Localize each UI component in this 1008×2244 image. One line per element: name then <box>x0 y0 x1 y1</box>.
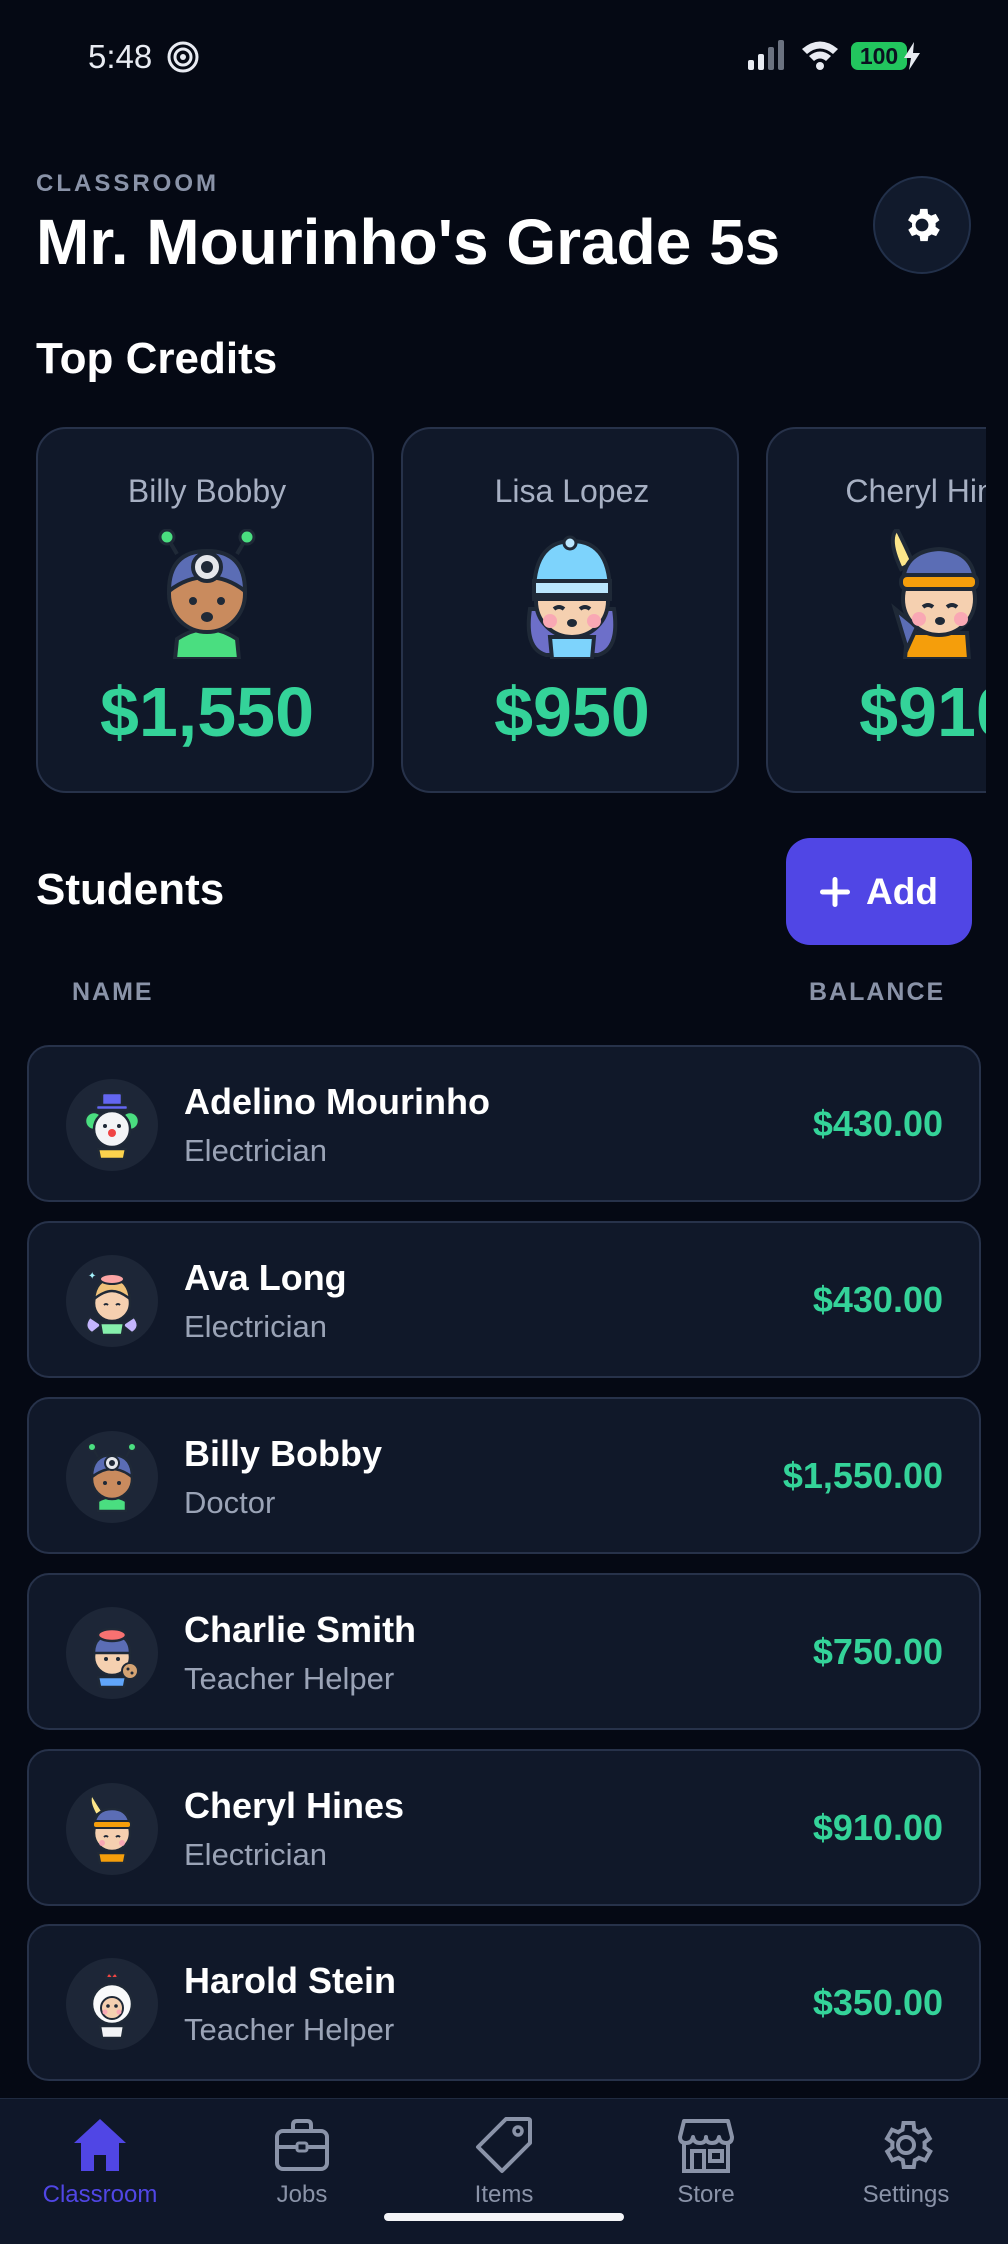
cookie-kid-avatar-icon <box>92 1627 139 1689</box>
settings-button[interactable] <box>873 176 971 274</box>
store-icon <box>678 2119 734 2173</box>
students-title: Students <box>36 865 225 914</box>
student-job: Electrician <box>184 1133 327 1168</box>
credit-card[interactable]: Cheryl Hines $910 <box>766 427 986 793</box>
fairy-avatar-icon: ✦ <box>85 1271 139 1337</box>
page-title: Mr. Mourinho's Grade 5s <box>36 206 781 278</box>
briefcase-icon <box>275 2119 329 2171</box>
gear-icon <box>884 2121 933 2169</box>
student-balance: $750.00 <box>812 1631 943 1672</box>
student-name: Adelino Mourinho <box>184 1081 490 1122</box>
nav-label: Settings <box>862 2181 950 2208</box>
bottom-nav: Classroom Jobs Items Store Settings <box>0 2098 1008 2244</box>
student-name: Billy Bobby <box>184 1433 383 1474</box>
avatar: ✦ <box>66 1255 158 1347</box>
student-balance: $1,550.00 <box>782 1455 943 1496</box>
add-button-label: Add <box>866 870 938 912</box>
nav-label: Jobs <box>276 2181 328 2208</box>
cell-signal-icon <box>748 40 784 70</box>
spiral-app-icon <box>167 41 199 73</box>
student-row[interactable]: ✦ Ava Long Electrician $430.00 <box>27 1221 981 1378</box>
student-job: Electrician <box>184 1837 327 1872</box>
student-job: Teacher Helper <box>184 1661 395 1696</box>
nav-store[interactable]: Store <box>606 2115 806 2225</box>
nav-classroom[interactable]: Classroom <box>0 2115 200 2225</box>
student-balance: $430.00 <box>812 1103 943 1144</box>
credit-amount: $950 <box>494 673 650 751</box>
viking-avatar-icon <box>890 529 979 659</box>
student-row[interactable]: Charlie Smith Teacher Helper $750.00 <box>27 1573 981 1730</box>
nav-jobs[interactable]: Jobs <box>202 2115 402 2225</box>
nav-settings[interactable]: Settings <box>806 2115 1006 2225</box>
plus-icon <box>820 876 851 907</box>
student-name: Cheryl Hines <box>184 1785 405 1826</box>
avatar <box>66 1079 158 1171</box>
status-time: 5:48 <box>88 38 153 75</box>
credit-amount: $910 <box>859 673 986 751</box>
viking-avatar-icon <box>89 1793 132 1865</box>
avatar <box>66 1431 158 1523</box>
alien-avatar-icon <box>87 1442 137 1513</box>
svg-text:✦: ✦ <box>88 1271 96 1282</box>
student-balance: $350.00 <box>812 1982 943 2023</box>
credit-card[interactable]: Billy Bobby $1,550 <box>36 427 374 793</box>
nav-label: Items <box>474 2181 534 2208</box>
column-header-balance: BALANCE <box>809 978 946 1006</box>
wifi-icon <box>802 41 838 70</box>
student-job: Teacher Helper <box>184 2012 395 2047</box>
credit-amount: $1,550 <box>99 673 315 751</box>
student-name: Harold Stein <box>184 1960 397 2001</box>
credit-card[interactable]: Lisa Lopez $950 <box>401 427 739 793</box>
knight-avatar-icon <box>526 535 618 659</box>
home-icon <box>74 2119 126 2171</box>
chicken-avatar-icon <box>90 1972 134 2040</box>
nav-items[interactable]: Items <box>404 2115 604 2225</box>
clown-avatar-icon <box>83 1091 141 1161</box>
tag-icon <box>476 2117 532 2173</box>
top-credits-carousel[interactable]: Billy Bobby $1,550 Lisa Lopez $950 Chery… <box>36 427 986 793</box>
student-balance: $910.00 <box>812 1807 943 1848</box>
battery-level: 100 <box>851 42 907 70</box>
credit-name: Cheryl Hines <box>845 473 986 509</box>
student-row[interactable]: Harold Stein Teacher Helper $350.00 <box>27 1924 981 2081</box>
home-indicator[interactable] <box>384 2213 624 2221</box>
add-student-button[interactable]: Add <box>786 838 972 945</box>
charging-bolt-icon <box>904 42 920 70</box>
student-row[interactable]: Adelino Mourinho Electrician $430.00 <box>27 1045 981 1202</box>
gear-icon <box>908 208 940 242</box>
nav-label: Classroom <box>42 2181 158 2208</box>
avatar <box>66 1783 158 1875</box>
top-credits-title: Top Credits <box>36 334 278 383</box>
student-job: Electrician <box>184 1309 327 1344</box>
student-name: Charlie Smith <box>184 1609 417 1650</box>
student-job: Doctor <box>184 1485 276 1520</box>
credit-name: Lisa Lopez <box>494 473 650 509</box>
student-row[interactable]: Cheryl Hines Electrician $910.00 <box>27 1749 981 1906</box>
alien-avatar-icon <box>158 529 256 659</box>
status-bar: 5:48 100 <box>0 0 1008 112</box>
nav-label: Store <box>677 2181 735 2208</box>
header-eyebrow: CLASSROOM <box>36 170 219 197</box>
student-balance: $430.00 <box>812 1279 943 1320</box>
student-name: Ava Long <box>184 1257 347 1298</box>
avatar <box>66 1607 158 1699</box>
avatar <box>66 1958 158 2050</box>
student-row[interactable]: Billy Bobby Doctor $1,550.00 <box>27 1397 981 1554</box>
column-header-name: NAME <box>72 978 154 1006</box>
credit-name: Billy Bobby <box>127 473 287 509</box>
